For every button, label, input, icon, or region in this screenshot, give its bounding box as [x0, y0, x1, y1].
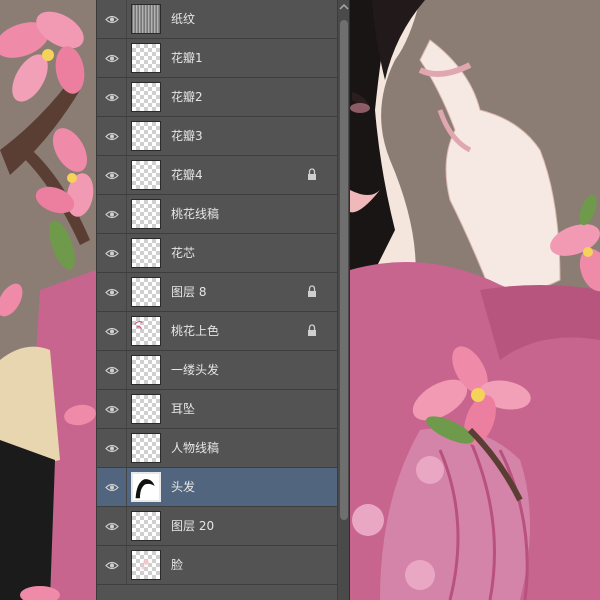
layer-row[interactable]: 花瓣1: [97, 39, 337, 78]
eye-icon: [104, 249, 119, 257]
visibility-toggle[interactable]: [97, 312, 127, 350]
layer-row[interactable]: 花瓣4: [97, 156, 337, 195]
layer-name[interactable]: 花瓣2: [171, 78, 203, 116]
eye-icon: [104, 327, 119, 335]
eye-icon: [104, 405, 119, 413]
eye-icon: [104, 288, 119, 296]
layer-name[interactable]: 图层 20: [171, 507, 214, 545]
layer-thumbnail[interactable]: [131, 160, 161, 190]
visibility-toggle[interactable]: [97, 117, 127, 155]
visibility-toggle[interactable]: [97, 234, 127, 272]
layer-thumbnail[interactable]: [131, 550, 161, 580]
layer-row[interactable]: 图层 20: [97, 507, 337, 546]
layer-name[interactable]: 脸: [171, 546, 183, 584]
layer-row[interactable]: 花瓣2: [97, 78, 337, 117]
layer-row[interactable]: 头发: [97, 468, 337, 507]
visibility-toggle[interactable]: [97, 429, 127, 467]
layer-row[interactable]: 花芯: [97, 234, 337, 273]
lock-icon: [308, 168, 316, 180]
layer-name[interactable]: 一缕头发: [171, 351, 219, 389]
layer-thumbnail[interactable]: [131, 511, 161, 541]
layer-thumbnail[interactable]: [131, 433, 161, 463]
layer-thumbnail[interactable]: [131, 43, 161, 73]
visibility-toggle[interactable]: [97, 0, 127, 38]
layer-row[interactable]: 脸: [97, 546, 337, 585]
layer-name[interactable]: 人物线稿: [171, 429, 219, 467]
layer-name[interactable]: 花瓣3: [171, 117, 203, 155]
visibility-toggle[interactable]: [97, 546, 127, 584]
visibility-toggle[interactable]: [97, 273, 127, 311]
layer-thumbnail[interactable]: [131, 121, 161, 151]
visibility-toggle[interactable]: [97, 195, 127, 233]
visibility-toggle[interactable]: [97, 39, 127, 77]
layer-name[interactable]: 桃花线稿: [171, 195, 219, 233]
eye-icon: [104, 522, 119, 530]
visibility-toggle[interactable]: [97, 156, 127, 194]
layer-thumbnail[interactable]: [131, 277, 161, 307]
layer-name[interactable]: 花瓣1: [171, 39, 203, 77]
visibility-toggle[interactable]: [97, 351, 127, 389]
layer-row[interactable]: 纸纹: [97, 0, 337, 39]
layer-thumbnail[interactable]: [131, 316, 161, 346]
layer-thumbnail[interactable]: [131, 472, 161, 502]
eye-icon: [104, 171, 119, 179]
scroll-up-icon[interactable]: [339, 2, 349, 12]
visibility-toggle[interactable]: [97, 468, 127, 506]
layer-name[interactable]: 头发: [171, 468, 195, 506]
layer-row[interactable]: 人物线稿: [97, 429, 337, 468]
layer-thumbnail[interactable]: [131, 82, 161, 112]
visibility-toggle[interactable]: [97, 390, 127, 428]
layer-name[interactable]: 图层 8: [171, 273, 206, 311]
layer-name[interactable]: 花瓣4: [171, 156, 203, 194]
eye-icon: [104, 366, 119, 374]
layer-thumbnail[interactable]: [131, 394, 161, 424]
layers-scrollbar[interactable]: [337, 0, 349, 600]
layer-name[interactable]: 耳坠: [171, 390, 195, 428]
eye-icon: [104, 210, 119, 218]
layer-name[interactable]: 桃花上色: [171, 312, 219, 350]
layer-row[interactable]: 耳坠: [97, 390, 337, 429]
layers-panel[interactable]: 纸纹 花瓣1 花瓣2 花瓣3 花瓣4 桃花线稿 花芯 图层 8 桃花上色 一缕头发 耳坠 人物线稿 头发…: [96, 0, 350, 600]
layer-name[interactable]: 纸纹: [171, 0, 195, 38]
eye-icon: [104, 132, 119, 140]
layer-row[interactable]: 一缕头发: [97, 351, 337, 390]
layer-row[interactable]: 花瓣3: [97, 117, 337, 156]
lock-icon: [308, 324, 316, 336]
layer-thumbnail[interactable]: [131, 4, 161, 34]
layer-thumbnail[interactable]: [131, 355, 161, 385]
layer-name[interactable]: 花芯: [171, 234, 195, 272]
eye-icon: [104, 483, 119, 491]
layer-thumbnail[interactable]: [131, 238, 161, 268]
eye-icon: [104, 15, 119, 23]
layer-row[interactable]: 桃花线稿: [97, 195, 337, 234]
layer-row[interactable]: 桃花上色: [97, 312, 337, 351]
scrollbar-thumb[interactable]: [340, 20, 348, 520]
eye-icon: [104, 444, 119, 452]
layer-thumbnail[interactable]: [131, 199, 161, 229]
eye-icon: [104, 93, 119, 101]
visibility-toggle[interactable]: [97, 78, 127, 116]
eye-icon: [104, 561, 119, 569]
layer-row[interactable]: 图层 8: [97, 273, 337, 312]
visibility-toggle[interactable]: [97, 507, 127, 545]
lock-icon: [308, 285, 316, 297]
eye-icon: [104, 54, 119, 62]
